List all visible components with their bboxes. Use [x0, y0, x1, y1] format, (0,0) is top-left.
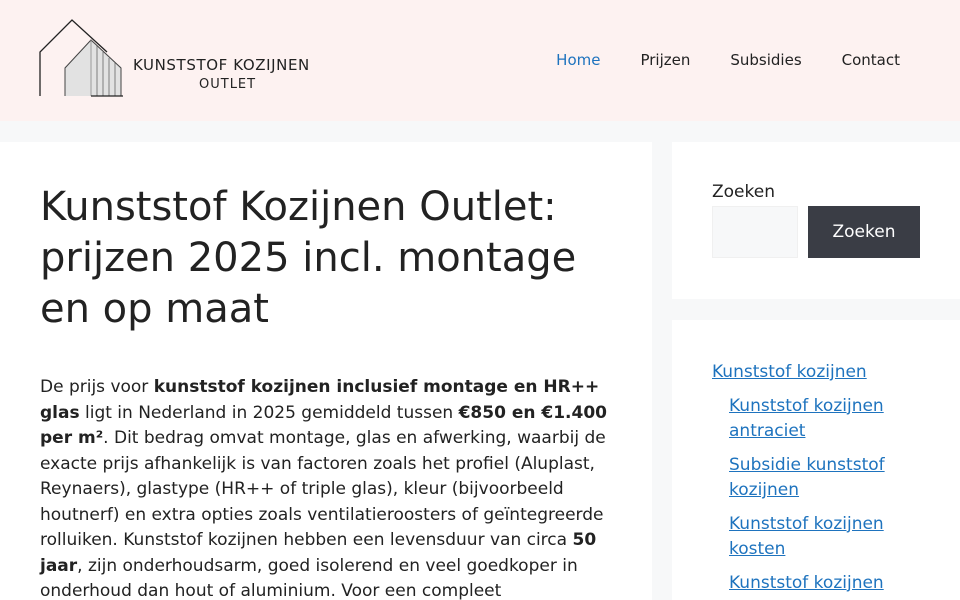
- search-input[interactable]: [712, 206, 798, 258]
- page-title: Kunststof Kozijnen Outlet: prijzen 2025 …: [40, 184, 577, 332]
- link-kozijnen-kosten[interactable]: Kunststof kozijnen kosten: [729, 512, 920, 563]
- search-form: Zoeken: [712, 206, 920, 258]
- site-logo[interactable]: KUNSTSTOF KOZIJNEN OUTLET: [39, 18, 329, 98]
- house-logo-icon: [39, 19, 123, 97]
- nav-subsidies[interactable]: Subsidies: [730, 51, 801, 69]
- intro-text-3: . Dit bedrag omvat montage, glas en afwe…: [40, 428, 606, 550]
- page-links-widget: Kunststof kozijnen Kunststof kozijnen an…: [672, 320, 960, 600]
- link-subsidie[interactable]: Subsidie kunststof kozijnen: [729, 453, 920, 504]
- nav-prijzen[interactable]: Prijzen: [640, 51, 690, 69]
- nav-home[interactable]: Home: [556, 51, 600, 69]
- search-button[interactable]: Zoeken: [808, 206, 920, 258]
- link-kunststof-kozijnen[interactable]: Kunststof kozijnen: [712, 360, 920, 386]
- article-content: Kunststof Kozijnen Outlet: prijzen 2025 …: [0, 142, 652, 600]
- search-label: Zoeken: [712, 182, 775, 202]
- nav-contact[interactable]: Contact: [842, 51, 900, 69]
- logo-text-sub: OUTLET: [199, 77, 257, 92]
- link-kozijnen-more[interactable]: Kunststof kozijnen: [729, 571, 920, 597]
- site-header: KUNSTSTOF KOZIJNEN OUTLET Home Prijzen S…: [0, 0, 960, 121]
- search-widget: Zoeken Zoeken: [672, 142, 960, 299]
- intro-text-4: , zijn onderhoudsarm, goed isolerend en …: [40, 555, 578, 600]
- intro-text-2: ligt in Nederland in 2025 gemiddeld tuss…: [79, 402, 459, 423]
- logo-text-main: KUNSTSTOF KOZIJNEN: [133, 56, 310, 74]
- link-kozijnen-antraciet[interactable]: Kunststof kozijnen antraciet: [729, 394, 920, 445]
- intro-text-1: De prijs voor: [40, 377, 154, 397]
- intro-paragraph: De prijs voor kunststof kozijnen inclusi…: [40, 375, 612, 600]
- main-nav: Home Prijzen Subsidies Contact: [516, 51, 900, 69]
